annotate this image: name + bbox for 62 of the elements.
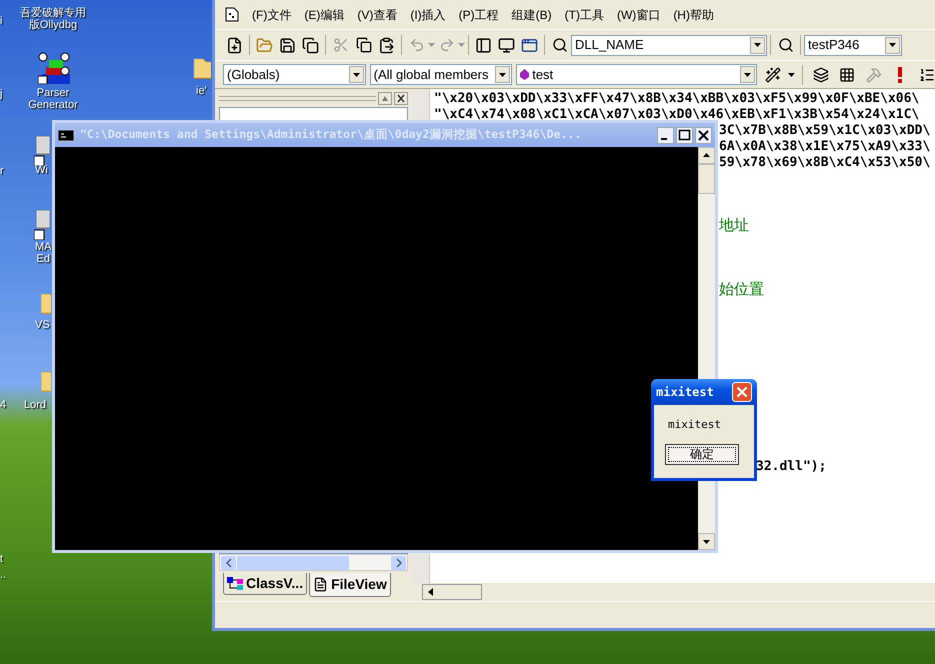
horizontal-scrollbar[interactable] xyxy=(219,554,408,571)
document-icon xyxy=(313,577,328,592)
code-line: 32.dll"); xyxy=(756,459,826,474)
icon-label[interactable]: r xyxy=(0,165,4,177)
menu-item[interactable]: (P)工程 xyxy=(458,6,499,24)
maximize-icon[interactable] xyxy=(676,126,693,144)
code-comment: 始位置 xyxy=(719,280,764,298)
code-line: "\x20\x03\xDD\x33\xFF\x47\x8B\x34\xBB\x03\xF5\x99\x0F\xBE\x06\ xyxy=(434,91,920,106)
dialog-title: mixitest xyxy=(656,384,715,401)
caret-icon xyxy=(352,72,360,76)
code-line: 6A\x0A\x38\x1E\x75\xA9\x33\ xyxy=(719,139,930,154)
application-icon[interactable] xyxy=(34,210,50,240)
dialog-message: mixitest xyxy=(668,417,722,433)
icon-label[interactable]: i xyxy=(0,15,2,27)
minimize-icon[interactable] xyxy=(657,126,674,144)
menu-item[interactable]: 组建(B) xyxy=(512,6,552,24)
caret-icon xyxy=(499,72,506,76)
icon-label[interactable]: t xyxy=(0,553,4,565)
menu-item[interactable]: (W)窗口 xyxy=(616,6,660,24)
menu-item[interactable]: (F)文件 xyxy=(252,6,292,24)
caret-icon xyxy=(458,43,465,47)
code-line: 59\x78\x69\x8B\xC4\x53\x50\ xyxy=(719,155,930,170)
dropdown[interactable]: (Globals) xyxy=(223,64,366,85)
workspace-tab[interactable]: ClassV... xyxy=(223,573,308,595)
close-icon[interactable] xyxy=(394,92,408,104)
close-icon[interactable] xyxy=(695,126,712,144)
caret-icon xyxy=(754,43,761,47)
horizontal-scrollbar[interactable] xyxy=(422,584,482,600)
icon-label[interactable]: ie' xyxy=(196,85,207,97)
diamond-icon xyxy=(520,69,530,80)
caret-icon xyxy=(744,72,752,76)
caret-icon xyxy=(428,43,435,47)
triangle-button-icon[interactable] xyxy=(378,92,392,104)
scrollbar-thumb[interactable] xyxy=(698,164,715,194)
dropdown[interactable]: test xyxy=(516,64,758,85)
menu-item[interactable]: (V)查看 xyxy=(357,6,398,24)
icon-label[interactable]: Wi xyxy=(35,164,48,176)
dropdown[interactable]: testP346 xyxy=(804,34,902,56)
code-comment: 地址 xyxy=(719,216,749,234)
window-title: "C:\Documents and Settings\Administrator\桌面\0day2漏洞挖掘\testP346\De... xyxy=(80,126,582,144)
dropdown[interactable]: (All global members xyxy=(370,64,512,85)
ok-button[interactable]: 确定 xyxy=(665,444,739,464)
menu-item[interactable]: (I)插入 xyxy=(410,6,446,24)
icon-label[interactable]: j xyxy=(0,88,2,100)
icon-label[interactable]: .. xyxy=(0,569,6,581)
console-icon xyxy=(58,130,74,140)
menu-item[interactable]: (T)工具 xyxy=(564,6,604,24)
menu-item[interactable]: (E)编辑 xyxy=(304,6,344,24)
document-icon[interactable] xyxy=(225,7,239,22)
icon-label[interactable]: 吾爱破解专用 版Ollydbg xyxy=(8,7,98,31)
menu-item[interactable]: (H)帮助 xyxy=(673,6,714,24)
caret-icon xyxy=(788,72,795,76)
application-icon[interactable] xyxy=(34,136,50,166)
code-line: 3C\x7B\x8B\x59\x1C\x03\xDD\ xyxy=(719,123,930,138)
workspace-tab[interactable]: FileView xyxy=(309,573,391,597)
class-tree-icon xyxy=(227,576,243,590)
code-line: "\xC4\x74\x08\xC1\xCA\x07\x03\xD0\x46\xEB\xF1\x3B\x54\x24\x1C\ xyxy=(434,107,920,122)
scrollbar-thumb[interactable] xyxy=(237,556,349,570)
stacked-blocks-icon[interactable] xyxy=(38,52,70,84)
icon-label[interactable]: Parser Generator xyxy=(13,87,93,111)
dropdown[interactable]: DLL_NAME xyxy=(571,34,767,56)
caret-icon xyxy=(889,43,896,47)
